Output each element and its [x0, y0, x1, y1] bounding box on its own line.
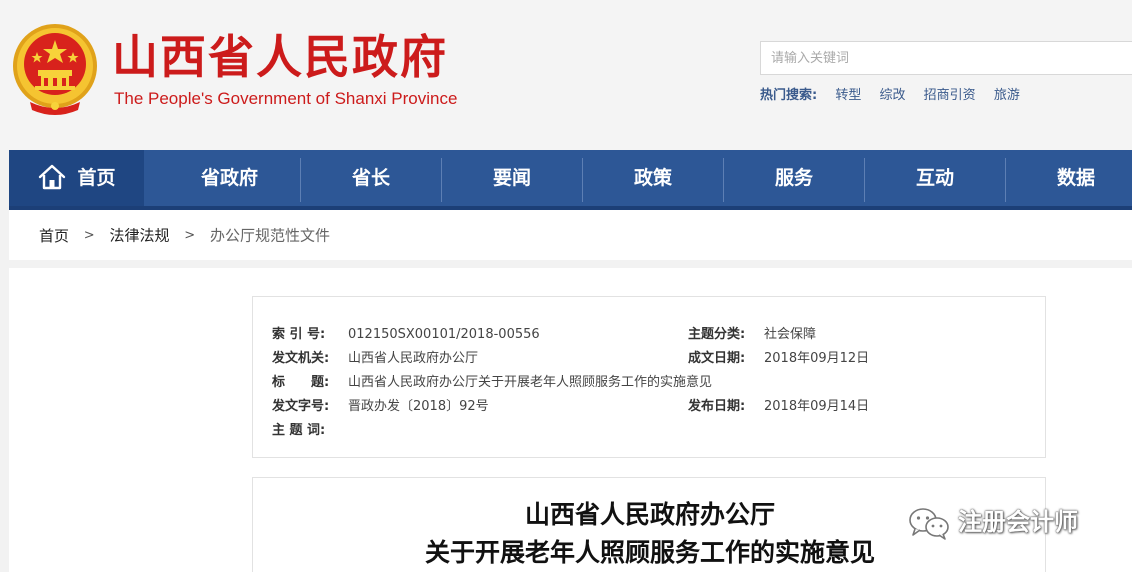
breadcrumb-section[interactable]: 法律法规: [109, 227, 169, 245]
meta-title: 标 题: 山西省人民政府办公厅关于开展老年人照顾服务工作的实施意见: [272, 374, 712, 392]
breadcrumb: 首页 > 法律法规 > 办公厅规范性文件: [9, 210, 1132, 260]
nav-item-news[interactable]: 要闻: [442, 150, 582, 206]
breadcrumb-separator: >: [184, 227, 196, 243]
watermark-text: 注册会计师: [958, 508, 1078, 536]
wechat-icon: [909, 508, 949, 540]
hot-search-label: 热门搜索:: [760, 88, 818, 103]
meta-value: 社会保障: [764, 327, 817, 342]
document-title-line2: 关于开展老年人照顾服务工作的实施意见: [424, 538, 875, 567]
nav-item-governor[interactable]: 省长: [301, 150, 441, 206]
nav-label-home: 首页: [77, 167, 116, 189]
meta-label: 主 题 词:: [272, 423, 326, 438]
meta-value: 012150SX00101/2018-00556: [348, 327, 540, 342]
breadcrumb-current[interactable]: 办公厅规范性文件: [210, 227, 330, 245]
hot-search-item[interactable]: 综改: [880, 88, 906, 103]
meta-value: 山西省人民政府办公厅: [348, 351, 479, 366]
hot-search-item[interactable]: 旅游: [994, 88, 1020, 103]
meta-label: 成文日期:: [688, 351, 746, 366]
search-input[interactable]: [761, 42, 1132, 74]
meta-value: 晋政办发〔2018〕92号: [348, 399, 489, 414]
main-nav: 首页 省政府 省长 要闻 政策 服务 互动 数据: [9, 150, 1132, 210]
hot-search: 热门搜索: 转型 综改 招商引资 旅游: [760, 87, 1034, 105]
hot-search-item[interactable]: 转型: [835, 88, 861, 103]
meta-label: 标 题:: [272, 375, 330, 390]
nav-item-province-government[interactable]: 省政府: [159, 150, 300, 206]
meta-published-date: 发布日期: 2018年09月14日: [688, 398, 869, 416]
meta-document-number: 发文字号: 晋政办发〔2018〕92号: [272, 398, 489, 416]
site-title: 山西省人民政府: [112, 30, 448, 84]
home-icon: [39, 164, 66, 189]
meta-written-date: 成文日期: 2018年09月12日: [688, 350, 869, 368]
breadcrumb-separator: >: [83, 227, 95, 243]
nav-item-policy[interactable]: 政策: [583, 150, 723, 206]
meta-value: 2018年09月14日: [764, 399, 870, 414]
meta-label: 索 引 号:: [272, 327, 326, 342]
breadcrumb-home[interactable]: 首页: [39, 227, 69, 245]
meta-value: 山西省人民政府办公厅关于开展老年人照顾服务工作的实施意见: [348, 375, 713, 390]
search-box[interactable]: [760, 41, 1132, 75]
meta-keywords: 主 题 词:: [272, 422, 348, 440]
document-meta-box: 索 引 号: 012150SX00101/2018-00556 主题分类: 社会保障…: [252, 296, 1046, 458]
meta-index: 索 引 号: 012150SX00101/2018-00556: [272, 326, 540, 344]
meta-label: 发文字号:: [272, 399, 330, 414]
nav-item-interaction[interactable]: 互动: [865, 150, 1005, 206]
meta-label: 发文机关:: [272, 351, 330, 366]
site-subtitle: The People's Government of Shanxi Provin…: [114, 89, 458, 108]
meta-value: 2018年09月12日: [764, 351, 870, 366]
meta-label: 发布日期:: [688, 399, 746, 414]
national-emblem-icon: [13, 24, 97, 115]
meta-topic: 主题分类: 社会保障: [688, 326, 816, 344]
nav-item-service[interactable]: 服务: [724, 150, 864, 206]
meta-label: 主题分类:: [688, 327, 746, 342]
nav-item-data[interactable]: 数据: [1006, 150, 1132, 206]
meta-issuer: 发文机关: 山西省人民政府办公厅: [272, 350, 478, 368]
nav-item-home[interactable]: 首页: [9, 150, 144, 206]
site-header: 山西省人民政府 The People's Government of Shanx…: [0, 0, 1132, 150]
hot-search-item[interactable]: 招商引资: [924, 88, 976, 103]
